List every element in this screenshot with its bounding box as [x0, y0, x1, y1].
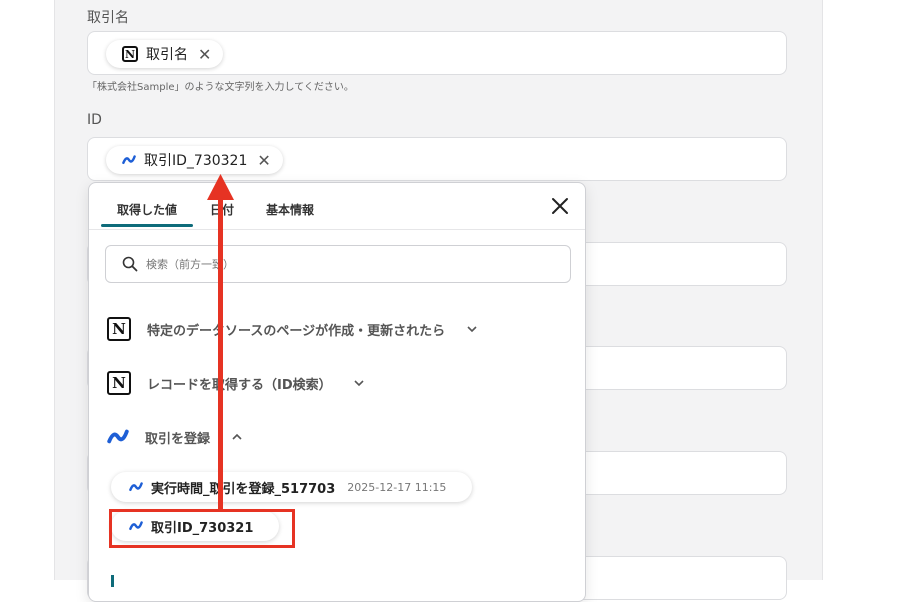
moneyforward-icon: [107, 429, 129, 444]
chevron-down-icon: [467, 326, 477, 333]
value-label: 実行時間_取引を登録_517703: [151, 481, 336, 497]
next-step-indicator: [111, 575, 114, 587]
tab-basic-info[interactable]: 基本情報: [266, 201, 314, 218]
id-field[interactable]: 取引ID_730321 ✕: [87, 137, 787, 181]
active-tab-indicator: [101, 224, 193, 227]
field-label-id: ID: [87, 112, 102, 128]
tab-acquired-values[interactable]: 取得した値: [117, 201, 177, 218]
popup-tabs: 取得した値 日付 基本情報: [89, 183, 585, 230]
notion-icon: N: [122, 46, 138, 62]
chevron-up-icon: [232, 433, 242, 440]
step-label: 取引を登録: [145, 431, 211, 447]
field-hint: 「株式会社Sample」のような文字列を入力してください。: [87, 82, 354, 93]
id-chip[interactable]: 取引ID_730321 ✕: [106, 146, 283, 174]
deal-name-field[interactable]: N 取引名 ✕: [87, 31, 787, 75]
value-chip-execution-time[interactable]: 実行時間_取引を登録_517703 2025-12-17 11:15: [111, 472, 473, 502]
field-label-deal-name: 取引名: [87, 10, 129, 26]
value-timestamp: 2025-12-17 11:15: [347, 480, 447, 494]
step-mf-register-deal[interactable]: 取引を登録: [107, 426, 242, 448]
chip-label: 取引名: [146, 47, 188, 63]
chip-label: 取引ID_730321: [144, 153, 248, 169]
close-icon[interactable]: ✕: [198, 45, 211, 64]
search-input[interactable]: [105, 245, 571, 283]
step-notion-trigger[interactable]: N 特定のデータソースのページが作成・更新されたら: [107, 317, 477, 341]
tab-date[interactable]: 日付: [210, 201, 234, 218]
step-notion-get-record[interactable]: N レコードを取得する（ID検索）: [107, 371, 364, 395]
moneyforward-icon: [129, 482, 143, 492]
notion-icon: N: [107, 317, 131, 341]
chevron-down-icon: [354, 380, 364, 387]
close-icon[interactable]: ✕: [257, 151, 270, 170]
deal-name-chip[interactable]: N 取引名 ✕: [106, 40, 224, 68]
search-field[interactable]: [144, 256, 528, 272]
moneyforward-icon: [122, 155, 136, 165]
search-icon: [122, 256, 138, 272]
close-icon[interactable]: [549, 195, 571, 217]
step-label: レコードを取得する（ID検索）: [147, 377, 332, 393]
highlight-box: [109, 509, 295, 548]
notion-icon: N: [107, 371, 131, 395]
step-label: 特定のデータソースのページが作成・更新されたら: [147, 323, 446, 339]
